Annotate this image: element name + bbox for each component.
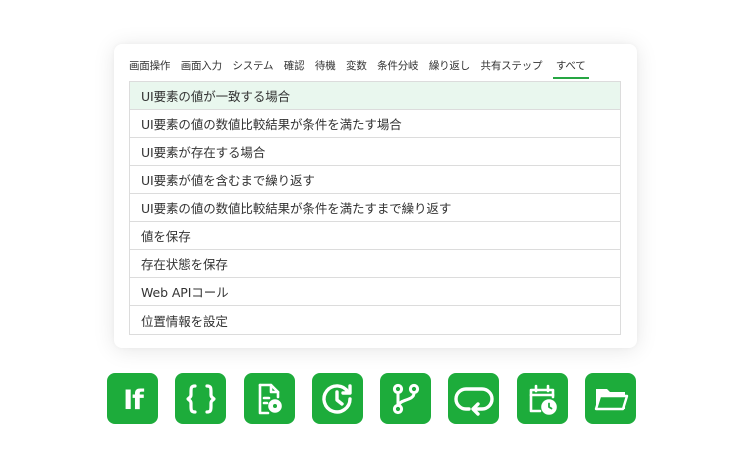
- step-list: UI要素の値が一致する場合 UI要素の値の数値比較結果が条件を満たす場合 UI要…: [129, 81, 621, 335]
- document-settings-button[interactable]: [243, 373, 295, 424]
- if-button[interactable]: If: [107, 373, 158, 424]
- list-item[interactable]: UI要素の値が一致する場合: [130, 82, 620, 110]
- braces-icon: [186, 383, 216, 414]
- tab-variable[interactable]: 変数: [346, 53, 367, 79]
- branch-icon: [392, 383, 419, 414]
- loop-button[interactable]: [448, 373, 500, 424]
- list-item[interactable]: UI要素が存在する場合: [130, 138, 620, 166]
- step-picker-card: 画面操作 画面入力 システム 確認 待機 変数 条件分岐 繰り返し 共有ステップ…: [114, 44, 637, 348]
- tab-system[interactable]: システム: [232, 53, 273, 79]
- refresh-timer-icon: [322, 383, 353, 414]
- icon-toolbar: If: [107, 373, 637, 424]
- list-item[interactable]: 値を保存: [130, 222, 620, 250]
- calendar-clock-button[interactable]: [516, 373, 568, 424]
- tab-all[interactable]: すべて: [552, 53, 589, 79]
- document-settings-icon: [258, 383, 282, 414]
- refresh-timer-button[interactable]: [311, 373, 363, 424]
- folder-icon: [594, 388, 628, 410]
- tab-conditional[interactable]: 条件分岐: [377, 53, 418, 79]
- list-item[interactable]: UI要素の値の数値比較結果が条件を満たすまで繰り返す: [130, 194, 620, 222]
- tab-shared-step[interactable]: 共有ステップ: [481, 53, 543, 79]
- list-item[interactable]: UI要素の値の数値比較結果が条件を満たす場合: [130, 110, 620, 138]
- list-item[interactable]: 位置情報を設定: [130, 306, 620, 334]
- calendar-clock-icon: [529, 384, 558, 415]
- tab-loop[interactable]: 繰り返し: [429, 53, 470, 79]
- branch-button[interactable]: [380, 373, 432, 424]
- list-item[interactable]: Web APIコール: [130, 278, 620, 306]
- list-item[interactable]: 存在状態を保存: [130, 250, 620, 278]
- loop-icon: [454, 386, 494, 416]
- if-icon: If: [123, 385, 145, 416]
- tab-screen-input[interactable]: 画面入力: [181, 53, 222, 79]
- braces-button[interactable]: [175, 373, 227, 424]
- tab-wait[interactable]: 待機: [315, 53, 336, 79]
- tab-screen-operation[interactable]: 画面操作: [129, 53, 170, 79]
- svg-text:If: If: [123, 385, 144, 416]
- tab-verify[interactable]: 確認: [284, 53, 305, 79]
- category-tabs: 画面操作 画面入力 システム 確認 待機 変数 条件分岐 繰り返し 共有ステップ…: [129, 53, 589, 79]
- folder-button[interactable]: [585, 373, 637, 424]
- list-item[interactable]: UI要素が値を含むまで繰り返す: [130, 166, 620, 194]
